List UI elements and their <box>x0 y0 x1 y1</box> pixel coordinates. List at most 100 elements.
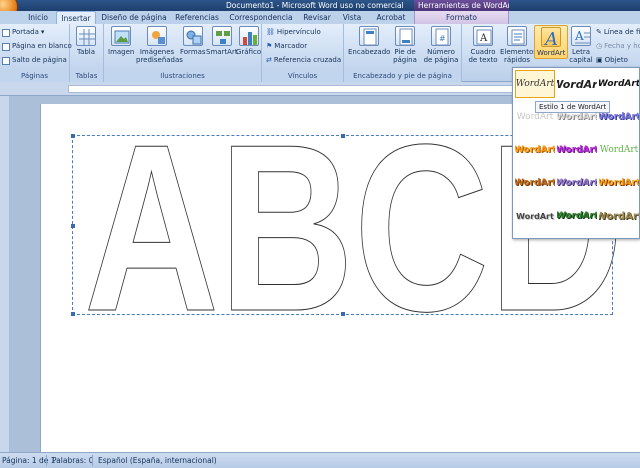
tab-correspondencia[interactable]: Correspondencia <box>228 11 294 24</box>
title-bar: Documento1 - Microsoft Word uso no comer… <box>0 0 640 11</box>
resize-handle[interactable] <box>71 312 75 316</box>
group-label-tablas: Tablas <box>70 71 103 82</box>
page-count[interactable]: Página: 1 de 1 <box>2 453 56 468</box>
wordart-style-option[interactable]: WordArt <box>599 70 639 98</box>
tab-vista[interactable]: Vista <box>338 11 366 24</box>
shapes-icon <box>182 26 203 46</box>
pie-de-pagina-label: Pie de página <box>393 48 417 64</box>
wordart-style-option[interactable]: WordArt <box>557 136 597 164</box>
marcador-button[interactable]: ⚑ Marcador <box>266 41 307 52</box>
formas-label: Formas <box>180 48 206 56</box>
objeto-button[interactable]: ▣ Objeto <box>596 55 628 66</box>
grafico-button[interactable]: Gráfico <box>236 26 261 56</box>
elementos-rapidos-label: Elementos rápidos <box>500 48 537 64</box>
bookmark-icon: ⚑ <box>266 42 273 50</box>
link-icon: ⛓ <box>266 28 275 36</box>
referencia-cruzada-button[interactable]: ⇄ Referencia cruzada <box>266 55 341 66</box>
smartart-button[interactable]: SmartArt <box>206 26 238 56</box>
pie-de-pagina-button[interactable]: Pie de página <box>392 26 418 64</box>
svg-text:A: A <box>543 29 558 48</box>
imagen-button[interactable]: Imagen <box>108 26 134 56</box>
date-time-icon: ◷ <box>596 42 603 50</box>
salto-de-pagina-label: Salto de página <box>12 56 67 64</box>
smartart-label: SmartArt <box>206 48 238 56</box>
wordart-style-option[interactable]: WordArt <box>557 169 597 197</box>
objeto-label: Objeto <box>604 56 628 64</box>
wordart-button[interactable]: A WordArt <box>534 25 569 59</box>
tab-inicio[interactable]: Inicio <box>22 11 54 24</box>
wordart-style-option[interactable]: WordArt <box>515 202 555 230</box>
cuadro-de-texto-button[interactable]: A Cuadro de texto <box>466 26 500 64</box>
page-break-icon <box>2 56 10 65</box>
wordart-style-option[interactable]: WordArt <box>515 136 555 164</box>
elementos-rapidos-button[interactable]: Elementos rápidos <box>500 26 537 64</box>
wordart-label: WordArt <box>537 49 566 57</box>
tab-insertar[interactable]: Insertar <box>56 11 96 24</box>
word-count[interactable]: Palabras: 0 <box>52 453 94 468</box>
group-label-encabezado: Encabezado y pie de página <box>344 71 461 82</box>
portada-label: Portada <box>12 28 39 36</box>
tab-acrobat[interactable]: Acrobat <box>372 11 410 24</box>
window-title: Documento1 - Microsoft Word uso no comer… <box>226 1 404 10</box>
fecha-y-hora-label: Fecha y ho <box>604 42 640 50</box>
marcador-label: Marcador <box>274 42 308 50</box>
wordart-style-option[interactable]: WordArt <box>557 70 597 98</box>
page-number-icon: # <box>431 26 451 46</box>
chart-icon <box>238 26 259 46</box>
resize-handle[interactable] <box>341 312 345 316</box>
group-label-paginas: Páginas <box>0 71 69 82</box>
resize-handle[interactable] <box>341 134 345 138</box>
imagenes-prediseñadas-button[interactable]: Imágenes prediseñadas <box>136 26 183 64</box>
wordart-style-option[interactable]: WordArt <box>557 202 597 230</box>
portada-button[interactable]: Portada ▾ <box>2 27 44 38</box>
tabla-button[interactable]: Tabla <box>76 26 96 56</box>
language-indicator[interactable]: Español (España, internacional) <box>98 453 217 468</box>
group-label-ilustraciones: Ilustraciones <box>104 71 261 82</box>
text-box-icon: A <box>473 26 493 46</box>
encabezado-label: Encabezado <box>348 48 391 56</box>
linea-de-firma-label: Línea de fi <box>603 28 640 36</box>
group-paginas: Portada ▾ Página en blanco Salto de pági… <box>0 24 72 82</box>
header-icon <box>359 26 380 46</box>
vertical-ruler[interactable] <box>0 96 10 452</box>
imagenes-prediseñadas-label: Imágenes prediseñadas <box>136 48 183 64</box>
wordart-style-option[interactable]: WordArt <box>599 169 639 197</box>
fecha-y-hora-button[interactable]: ◷ Fecha y ho <box>596 41 640 52</box>
signature-line-icon: ✎ <box>596 28 602 36</box>
status-bar: Página: 1 de 1 Palabras: 0 Español (Espa… <box>0 452 640 468</box>
formas-button[interactable]: Formas <box>180 26 206 56</box>
letra-capital-button[interactable]: A Letra capital <box>566 26 596 64</box>
clip-art-icon <box>147 26 167 46</box>
svg-text:A: A <box>479 33 488 44</box>
object-icon: ▣ <box>596 56 603 64</box>
encabezado-button[interactable]: Encabezado <box>348 26 390 56</box>
wordart-style-option[interactable]: WordArt <box>515 169 555 197</box>
tab-formato[interactable]: Formato <box>414 11 509 24</box>
wordart-style-option[interactable]: WordArt <box>515 70 555 98</box>
group-label-vinculos: Vínculos <box>262 71 343 82</box>
group-ilustraciones: Imagen Imágenes prediseñadas Formas Smar… <box>104 24 262 82</box>
wordart-style-option[interactable]: WordArt <box>599 136 639 164</box>
quick-parts-icon <box>507 26 527 46</box>
wordart-style-option[interactable]: WordArt <box>599 202 639 230</box>
blank-page-icon <box>2 42 10 51</box>
pagina-en-blanco-label: Página en blanco <box>12 42 72 50</box>
svg-text:A: A <box>574 29 584 43</box>
resize-handle[interactable] <box>71 224 75 228</box>
numero-de-pagina-button[interactable]: # Número de página <box>422 26 460 64</box>
tab-referencias[interactable]: Referencias <box>172 11 222 24</box>
picture-icon <box>111 26 132 46</box>
tooltip: Estilo 1 de WordArt <box>535 101 611 113</box>
grafico-label: Gráfico <box>236 48 262 56</box>
tab-diseno-pagina[interactable]: Diseño de página <box>100 11 168 24</box>
resize-handle[interactable] <box>71 134 75 138</box>
hipervinculo-label: Hipervínculo <box>276 28 321 36</box>
group-encabezado: Encabezado Pie de página # Número de pág… <box>344 24 462 82</box>
tab-revisar[interactable]: Revisar <box>300 11 334 24</box>
pagina-en-blanco-button[interactable]: Página en blanco <box>2 41 72 52</box>
salto-de-pagina-button[interactable]: Salto de página <box>2 55 67 66</box>
table-icon <box>76 26 96 46</box>
svg-text:#: # <box>439 34 446 43</box>
hipervinculo-button[interactable]: ⛓ Hipervínculo <box>266 27 321 38</box>
linea-de-firma-button[interactable]: ✎ Línea de fi <box>596 27 640 38</box>
